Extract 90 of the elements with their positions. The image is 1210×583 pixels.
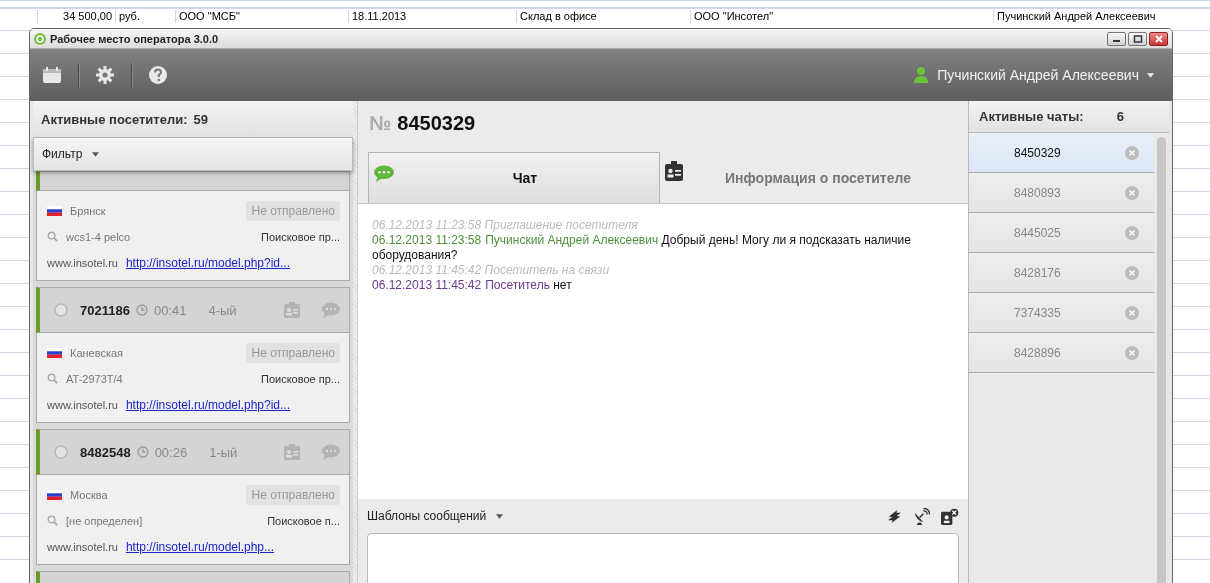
chat-list-item[interactable]: 8450329 — [969, 133, 1154, 173]
visitor-city: Каневская — [70, 346, 124, 359]
close-icon[interactable] — [1125, 345, 1139, 360]
templates-dropdown[interactable]: Шаблоны сообщений — [367, 509, 504, 524]
scrollbar[interactable] — [1157, 137, 1166, 583]
tab[interactable]: Чат — [368, 152, 660, 203]
site-name: www.insotel.ru — [47, 540, 118, 553]
visit-time: 00:26 — [154, 444, 188, 460]
visit-time: 00:41 — [153, 302, 187, 318]
user-icon — [913, 66, 930, 84]
chat-message: 06.12.2013 11:45:42 Посетитель на связи — [372, 262, 611, 278]
visit-count: 4-ый — [208, 302, 237, 318]
window-title: Рабочее место оператора 3.0.0 — [50, 32, 219, 45]
clock-icon — [135, 304, 148, 316]
user-menu-button[interactable]: Пучинский Андрей Алексеевич — [913, 66, 1160, 84]
visitor-city: Москва — [70, 488, 108, 501]
spreadsheet-cell: 34 500,00 — [37, 10, 115, 23]
chat-bubble-icon[interactable] — [321, 444, 341, 460]
visitor-city: Брянск — [70, 204, 106, 217]
close-icon[interactable] — [1125, 185, 1139, 200]
visitor-header[interactable] — [36, 171, 350, 191]
tab[interactable]: Информация о посетителе — [660, 152, 958, 203]
chat-count: 6 — [1116, 109, 1124, 124]
visitor-number: 8482548 — [80, 444, 131, 460]
flag-icon — [47, 347, 62, 358]
spreadsheet-cell: Пучинский Андрей Алексеевич — [993, 10, 1160, 23]
help-icon[interactable] — [148, 65, 168, 85]
chat-bubble-icon[interactable] — [321, 302, 341, 318]
status-label: Не отправлено — [246, 200, 340, 221]
panel-title: Активные чаты: — [979, 109, 1084, 124]
page-link[interactable]: http://insotel.ru/model.php?id... — [125, 255, 291, 270]
contact-remove-icon[interactable] — [940, 507, 959, 525]
page-link[interactable]: http://insotel.ru/model.php... — [125, 539, 274, 554]
traffic-source: Поисковое п... — [267, 514, 340, 527]
contact-card-icon[interactable] — [283, 443, 301, 461]
flag-icon — [47, 205, 62, 216]
app-logo-icon — [34, 32, 46, 45]
maximize-icon — [1132, 34, 1143, 43]
close-icon[interactable] — [1125, 145, 1139, 160]
close-icon[interactable] — [1125, 265, 1139, 280]
traffic-source: Поисковое пр... — [261, 372, 340, 385]
spreadsheet-cell: Склад в офисе — [516, 10, 690, 23]
close-icon[interactable] — [1125, 305, 1139, 320]
flag-icon — [47, 489, 62, 500]
search-query: [не определен] — [66, 514, 143, 527]
status-label: Не отправлено — [246, 342, 340, 363]
search-query: AT-2973T/4 — [66, 372, 123, 385]
chat-message: 06.12.2013 11:45:42 Посетитель нет — [372, 277, 573, 293]
clock-icon — [136, 446, 149, 458]
traffic-source: Поисковое пр... — [261, 230, 340, 243]
satellite-dish-icon[interactable] — [913, 507, 930, 525]
caret-icon — [1147, 72, 1154, 78]
search-icon — [47, 231, 58, 242]
search-icon — [47, 373, 58, 384]
chat-number: 8450329 — [397, 111, 476, 135]
page-link[interactable]: http://insotel.ru/model.php?id... — [125, 397, 291, 412]
circle-icon — [54, 445, 68, 459]
visit-count: 1-ый — [209, 444, 238, 460]
contact-card-icon — [665, 161, 683, 182]
circle-icon — [54, 303, 68, 317]
number-sign: № — [369, 111, 392, 135]
caret-icon — [496, 513, 504, 519]
site-name: www.insotel.ru — [47, 398, 118, 411]
settings-icon[interactable] — [95, 65, 115, 85]
caret-icon — [92, 151, 100, 157]
visitor-number: 7021186 — [80, 302, 130, 318]
close-icon — [1153, 34, 1164, 43]
message-input[interactable] — [367, 533, 959, 583]
visitor-header[interactable]: 8482548 00:26 1-ый — [36, 429, 350, 475]
search-icon — [47, 515, 58, 526]
close-icon[interactable] — [1125, 225, 1139, 240]
calendar-icon[interactable] — [42, 66, 62, 84]
chat-message: 06.12.2013 11:23:58 Пучинский Андрей Алексеевич Добрый день! Могу ли я подсказать наличие оборудования? — [372, 232, 912, 263]
visitor-count: 59 — [193, 111, 208, 127]
spreadsheet-cell: ООО "Инсотел" — [690, 10, 863, 23]
filter-dropdown[interactable]: Фильтр — [42, 147, 100, 161]
spreadsheet-cell: руб. — [115, 10, 175, 23]
site-name: www.insotel.ru — [47, 256, 118, 269]
search-query: wcs1-4 pelco — [66, 230, 131, 243]
panel-title: Активные посетители: — [41, 111, 188, 127]
visitor-header[interactable]: 7021186 00:41 4-ый — [36, 287, 350, 333]
maximize-button[interactable] — [1128, 31, 1147, 46]
spreadsheet-cell: ООО "МСБ" — [175, 10, 348, 23]
status-label: Не отправлено — [246, 484, 340, 505]
contact-card-icon[interactable] — [283, 301, 301, 319]
chat-bubble-icon — [373, 165, 395, 184]
close-button[interactable] — [1149, 31, 1168, 46]
chat-message: 06.12.2013 11:23:58 Приглашение посетителя — [372, 217, 639, 233]
minimize-button[interactable] — [1107, 31, 1126, 46]
spreadsheet-cell: 18.11.2013 — [348, 10, 433, 23]
